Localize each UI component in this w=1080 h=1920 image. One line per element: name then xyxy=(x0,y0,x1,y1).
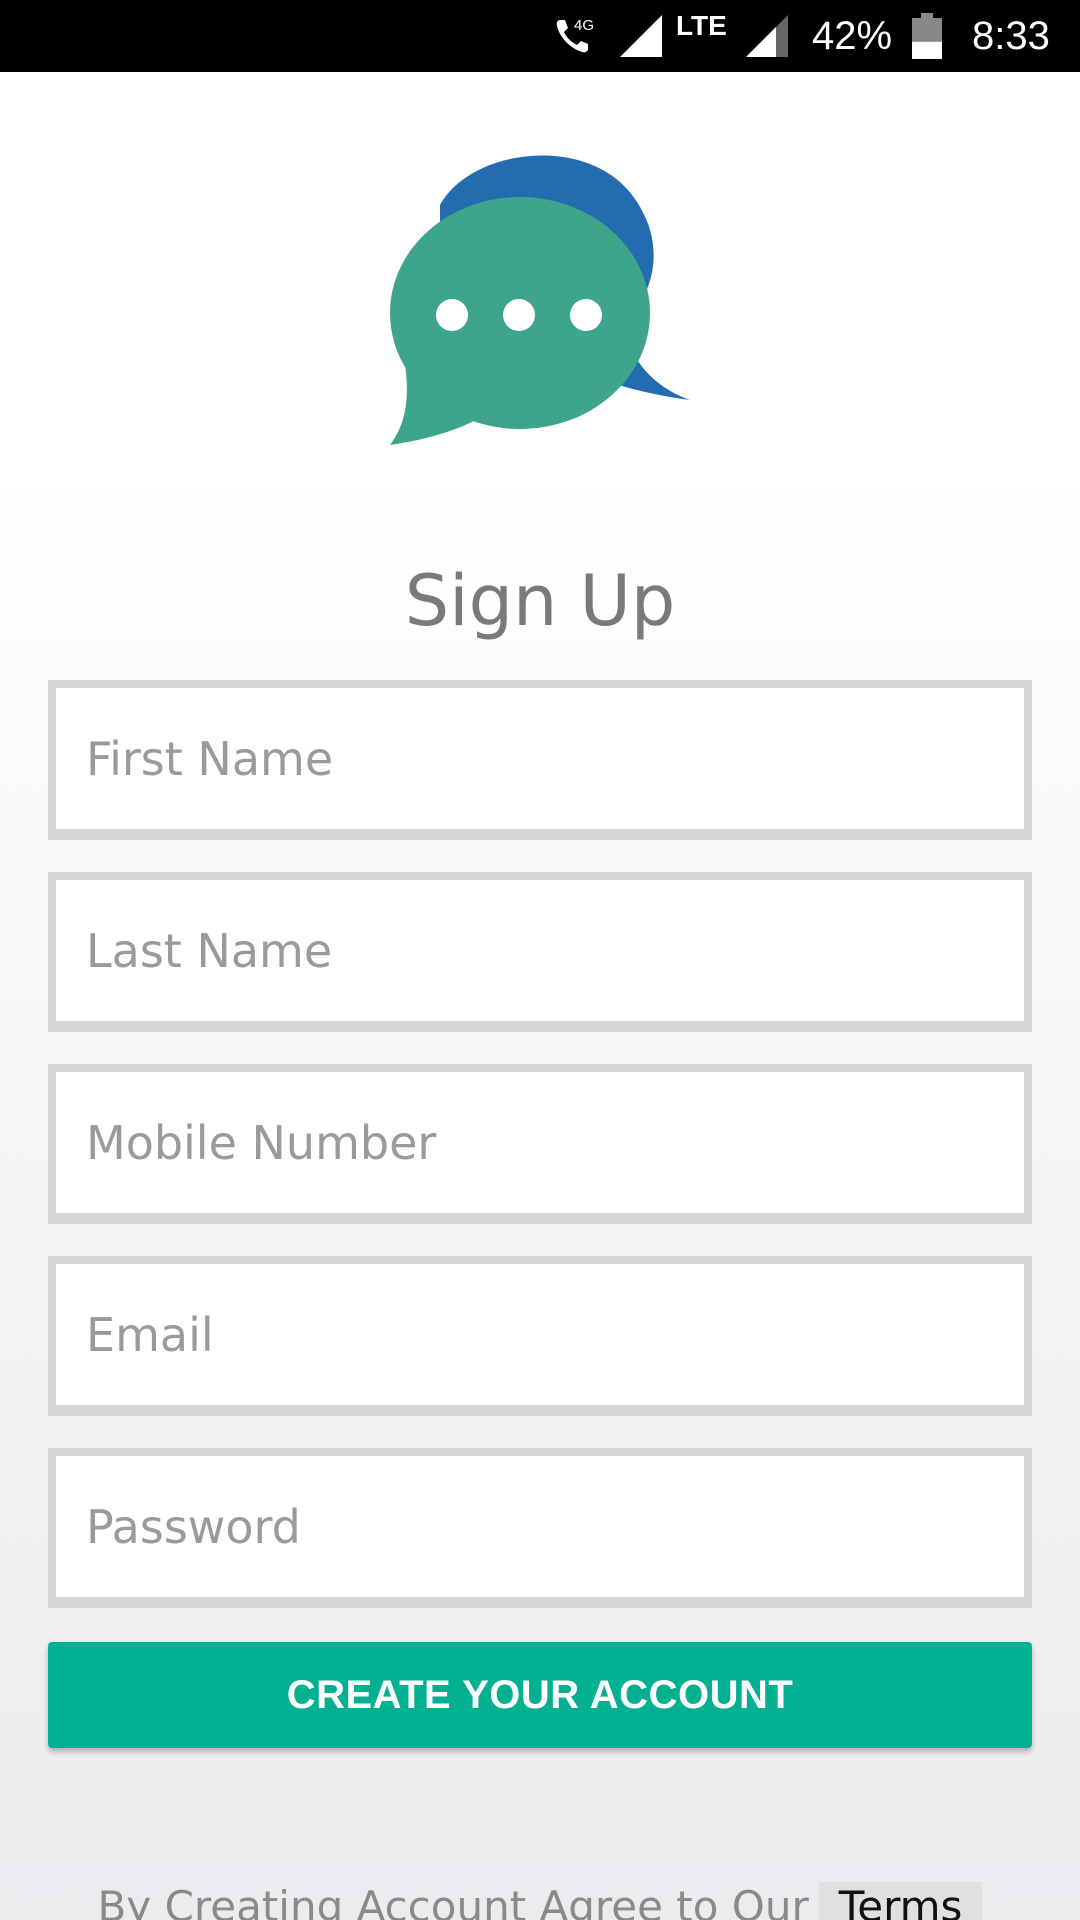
battery-icon xyxy=(912,0,942,72)
chat-bubbles-icon xyxy=(380,145,700,455)
status-bar: 4G LTE 42% 8:33 xyxy=(0,0,1080,72)
mobile-number-input[interactable] xyxy=(56,1072,1024,1213)
first-name-field-frame xyxy=(48,680,1032,840)
last-name-input[interactable] xyxy=(56,880,1024,1021)
call-4g-icon: 4G xyxy=(552,0,596,72)
terms-link[interactable]: Terms xyxy=(818,1882,983,1920)
email-input[interactable] xyxy=(56,1264,1024,1405)
terms-agreement: By Creating Account Agree to Our Terms xyxy=(0,1882,1080,1920)
password-input[interactable] xyxy=(56,1456,1024,1597)
first-name-input[interactable] xyxy=(56,688,1024,829)
battery-percent: 42% xyxy=(812,13,893,58)
svg-text:4G: 4G xyxy=(574,17,594,34)
create-account-button[interactable]: CREATE YOUR ACCOUNT xyxy=(48,1642,1032,1748)
last-name-field-frame xyxy=(48,872,1032,1032)
cell-signal-2-icon xyxy=(744,0,790,72)
terms-agreement-text: By Creating Account Agree to Our xyxy=(97,1882,809,1920)
clock: 8:33 xyxy=(972,13,1050,58)
page-title: Sign Up xyxy=(404,560,676,642)
mobile-number-field-frame xyxy=(48,1064,1032,1224)
cell-signal-icon xyxy=(618,0,664,72)
password-field-frame xyxy=(48,1448,1032,1608)
network-type-label: LTE xyxy=(676,10,727,41)
email-field-frame xyxy=(48,1256,1032,1416)
